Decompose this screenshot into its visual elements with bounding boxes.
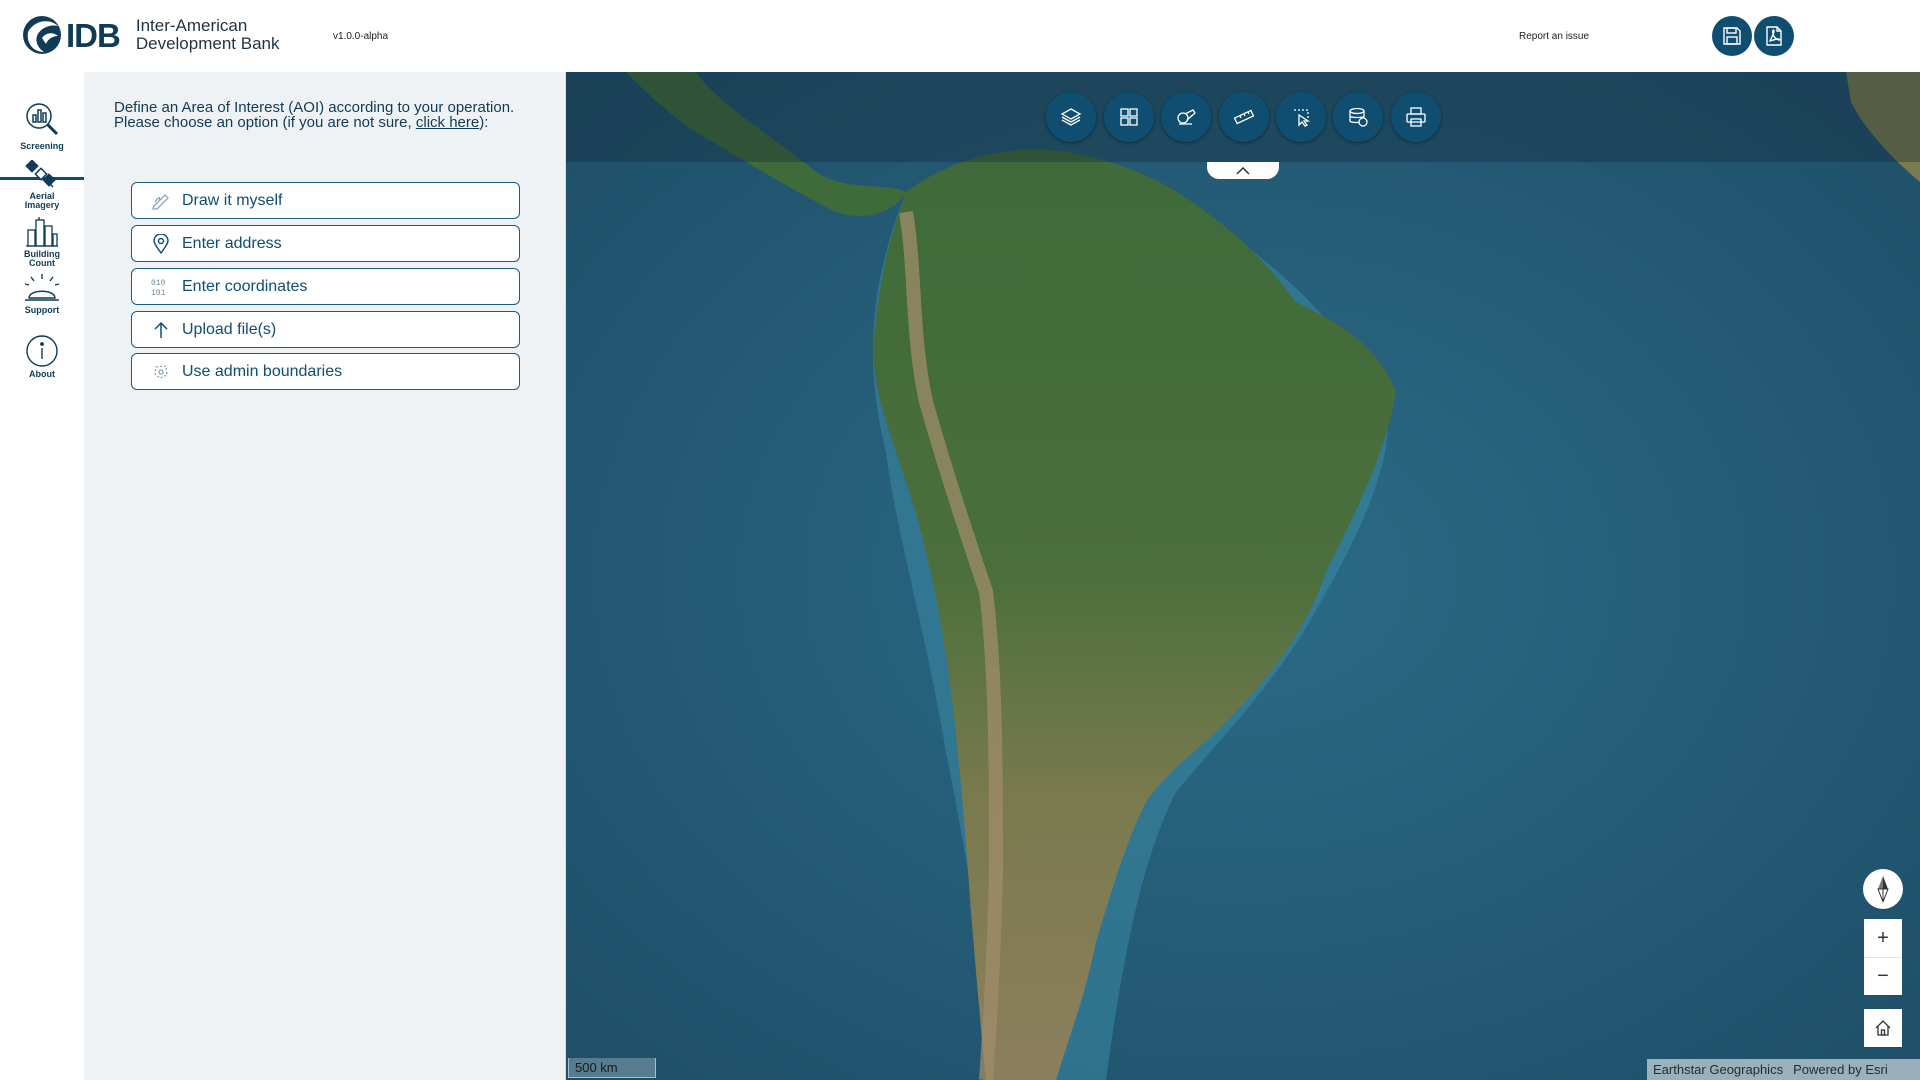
- aoi-panel: Define an Area of Interest (AOI) accordi…: [84, 72, 566, 1080]
- select-tool-button[interactable]: [1276, 92, 1326, 142]
- help-link[interactable]: click here: [416, 114, 479, 131]
- intro-line2: Please choose an option (if you are not …: [114, 115, 554, 130]
- boundary-polygon-icon: [150, 361, 172, 383]
- pdf-file-icon: [1766, 26, 1782, 46]
- idb-logo[interactable]: IDB Inter-American Development Bank: [20, 14, 279, 56]
- chevron-up-icon: [1236, 166, 1250, 175]
- rail-label-screening: Screening: [20, 141, 64, 151]
- scale-bar: 500 km: [568, 1058, 656, 1078]
- satellite-icon: [25, 160, 56, 188]
- option-label: Enter coordinates: [182, 277, 308, 295]
- magnifier-chart-icon: [26, 103, 59, 136]
- basemap-gallery-button[interactable]: [1104, 92, 1154, 142]
- sketch-tool-button[interactable]: [1161, 92, 1211, 142]
- enter-address-button[interactable]: Enter address: [131, 225, 520, 262]
- option-label: Use admin boundaries: [182, 362, 343, 380]
- pencil-draw-icon: [150, 190, 172, 212]
- binary-digits-icon: 010 101: [150, 276, 172, 298]
- attribution-powered: Powered by Esri: [1793, 1062, 1888, 1077]
- arrow-up-icon: [150, 319, 172, 341]
- draw-shapes-icon: [1177, 109, 1196, 125]
- left-nav-rail: Screening Aerial Imagery Building Count: [0, 72, 84, 1080]
- report-issue-link[interactable]: Report an issue: [1519, 31, 1589, 42]
- data-tool-button[interactable]: [1333, 92, 1383, 142]
- rail-item-aerial-imagery[interactable]: Aerial Imagery: [0, 160, 84, 222]
- idb-emblem-icon: [23, 16, 61, 54]
- rail-label-about: About: [29, 369, 55, 379]
- upload-files-button[interactable]: Upload file(s): [131, 311, 520, 348]
- logo-name-line2: Development Bank: [135, 34, 280, 53]
- map-pin-icon: [150, 233, 172, 255]
- floppy-disk-icon: [1723, 27, 1741, 45]
- rail-label-support: Support: [24, 305, 60, 315]
- compass-button[interactable]: [1863, 869, 1903, 909]
- aoi-instructions: Define an Area of Interest (AOI) accordi…: [114, 100, 554, 130]
- use-admin-boundaries-button[interactable]: Use admin boundaries: [131, 353, 520, 390]
- plus-icon: +: [1877, 926, 1889, 949]
- rail-label-building: Building Count: [24, 250, 60, 268]
- compass-icon: [1877, 876, 1889, 903]
- select-features-icon: [1294, 109, 1311, 127]
- intro-line1: Define an Area of Interest (AOI) accordi…: [114, 99, 515, 116]
- rail-label-aerial-line2: Imagery: [24, 200, 60, 210]
- measure-tool-button[interactable]: [1219, 92, 1269, 142]
- zoom-out-button[interactable]: −: [1864, 957, 1902, 995]
- logo-full-name: Inter-American Development Bank: [136, 17, 280, 53]
- database-icon: [1349, 107, 1368, 127]
- logo-short-text: IDB: [66, 16, 121, 54]
- attribution-source: Earthstar Geographics: [1653, 1062, 1784, 1077]
- logo-name-line1: Inter-American: [135, 16, 248, 35]
- intro-line2-prefix: Please choose an option (if you are not …: [114, 114, 416, 131]
- minus-icon: −: [1877, 965, 1889, 987]
- rail-item-about[interactable]: About: [0, 334, 84, 390]
- svg-text:101: 101: [151, 289, 166, 297]
- svg-text:010: 010: [151, 279, 166, 288]
- option-label: Draw it myself: [182, 191, 283, 209]
- option-label: Enter address: [182, 234, 282, 252]
- ruler-icon: [1233, 109, 1255, 125]
- rail-label-aerial: Aerial Imagery: [25, 192, 60, 210]
- rail-label-building-line2: Count: [29, 258, 55, 268]
- intro-line2-suffix: ):: [479, 114, 489, 131]
- enter-coordinates-button[interactable]: 010 101 Enter coordinates: [131, 268, 520, 305]
- home-button[interactable]: [1864, 1009, 1902, 1047]
- print-tool-button[interactable]: [1391, 92, 1441, 142]
- info-circle-icon: [26, 335, 58, 367]
- draw-it-myself-button[interactable]: Draw it myself: [131, 182, 520, 219]
- toolbar-collapse-button[interactable]: [1207, 162, 1279, 179]
- printer-icon: [1406, 107, 1426, 127]
- buildings-icon: [26, 217, 58, 247]
- grid-icon: [1120, 108, 1138, 126]
- satellite-basemap[interactable]: [566, 72, 1920, 1080]
- option-label: Upload file(s): [182, 320, 277, 338]
- rail-item-support[interactable]: Support: [0, 272, 84, 332]
- layers-tool-button[interactable]: [1046, 92, 1096, 142]
- zoom-in-button[interactable]: +: [1864, 919, 1902, 957]
- app-header: IDB Inter-American Development Bank v1.0…: [0, 0, 1920, 72]
- version-label: v1.0.0-alpha: [333, 31, 389, 42]
- map-view[interactable]: + − 500 km Earthstar Geographics Powered …: [566, 72, 1920, 1080]
- map-attribution[interactable]: Earthstar Geographics Powered by Esri: [1647, 1059, 1920, 1080]
- home-icon: [1875, 1020, 1891, 1036]
- export-pdf-button[interactable]: [1754, 16, 1794, 56]
- layers-icon: [1060, 108, 1082, 126]
- service-bell-icon: [24, 274, 60, 301]
- save-button[interactable]: [1712, 16, 1752, 56]
